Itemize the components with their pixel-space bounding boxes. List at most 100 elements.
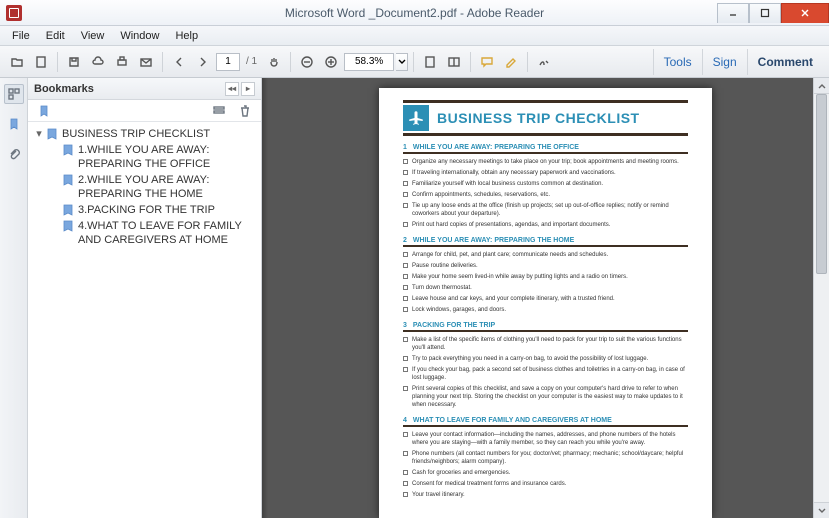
airplane-icon [403,105,429,131]
bookmarks-tree: ▾ BUSINESS TRIP CHECKLIST 1.WHILE YOU AR… [28,122,261,518]
vertical-scrollbar[interactable] [813,78,829,518]
hand-tool-button[interactable] [263,51,285,73]
highlight-button[interactable] [500,51,522,73]
scroll-up-button[interactable] [814,78,829,94]
zoom-input[interactable] [344,53,394,71]
checkbox-icon [403,367,408,372]
section-heading: 4WHAT TO LEAVE FOR FAMILY AND CAREGIVERS… [403,417,688,427]
bookmark-root[interactable]: ▾ BUSINESS TRIP CHECKLIST [30,126,259,142]
page: BUSINESS TRIP CHECKLIST 1WHILE YOU ARE A… [379,88,712,518]
doc-section: 4WHAT TO LEAVE FOR FAMILY AND CAREGIVERS… [403,417,688,499]
scroll-thumb[interactable] [816,94,827,274]
zoom-in-button[interactable] [320,51,342,73]
comment-pane-button[interactable]: Comment [747,49,823,75]
zoom-dropdown[interactable] [396,53,408,71]
menu-file[interactable]: File [4,28,38,44]
leaf-icon [50,145,60,155]
checklist-text: Cash for groceries and emergencies. [412,469,688,477]
bookmark-icon [62,220,74,232]
checklist-text: Leave your contact information—including… [412,431,688,447]
checklist-item: Arrange for child, pet, and plant care; … [403,251,688,259]
page-number-input[interactable] [216,53,240,71]
menu-edit[interactable]: Edit [38,28,73,44]
checkbox-icon [403,492,408,497]
create-pdf-button[interactable] [30,51,52,73]
bookmarks-toolbar [28,100,261,122]
bookmark-icon [46,128,58,140]
leaf-icon [50,221,60,231]
section-number: 3 [403,322,407,329]
scroll-down-button[interactable] [814,502,829,518]
window-controls [717,3,829,23]
bookmark-item[interactable]: 1.WHILE YOU ARE AWAY: PREPARING THE OFFI… [46,142,259,172]
nav-rail [0,78,28,518]
bookmarks-options-button[interactable] [209,101,229,121]
tools-pane-button[interactable]: Tools [653,49,702,75]
menu-window[interactable]: Window [112,28,167,44]
checklist-text: If traveling internationally, obtain any… [412,169,688,177]
bookmarks-rail-button[interactable] [4,114,24,134]
expand-icon[interactable]: ▾ [34,129,44,139]
bookmarks-header: Bookmarks ◂◂ ▸ [28,78,261,100]
checkbox-icon [403,222,408,227]
document-viewer[interactable]: BUSINESS TRIP CHECKLIST 1WHILE YOU ARE A… [262,78,829,518]
bookmarks-delete-button[interactable] [235,101,255,121]
checkbox-icon [403,181,408,186]
attachments-rail-button[interactable] [4,144,24,164]
section-title: PACKING FOR THE TRIP [413,322,495,329]
menu-bar: File Edit View Window Help [0,26,829,46]
checkbox-icon [403,451,408,456]
email-button[interactable] [135,51,157,73]
bookmark-item[interactable]: 4.WHAT TO LEAVE FOR FAMILY AND CAREGIVER… [46,218,259,248]
sign-pane-button[interactable]: Sign [702,49,747,75]
bookmarks-panel: Bookmarks ◂◂ ▸ ▾ BUSINESS TRIP CHECKLIST… [28,78,262,518]
bookmarks-close-button[interactable]: ▸ [241,82,255,96]
section-title: WHAT TO LEAVE FOR FAMILY AND CAREGIVERS … [413,417,612,424]
checkbox-icon [403,159,408,164]
bookmark-item[interactable]: 2.WHILE YOU ARE AWAY: PREPARING THE HOME [46,172,259,202]
checkbox-icon [403,203,408,208]
bookmarks-collapse-button[interactable]: ◂◂ [225,82,239,96]
menu-view[interactable]: View [73,28,113,44]
minimize-button[interactable] [717,3,749,23]
thumbnails-rail-button[interactable] [4,84,24,104]
checklist-text: Confirm appointments, schedules, reserva… [412,191,688,199]
cloud-button[interactable] [87,51,109,73]
sign-tool-button[interactable] [533,51,555,73]
checklist-item: Consent for medical treatment forms and … [403,480,688,488]
open-button[interactable] [6,51,28,73]
save-button[interactable] [63,51,85,73]
read-mode-button[interactable] [443,51,465,73]
bookmark-item[interactable]: 3.PACKING FOR THE TRIP [46,202,259,218]
checklist-item: Phone numbers (all contact numbers for y… [403,450,688,466]
doc-header: BUSINESS TRIP CHECKLIST [403,100,688,136]
next-page-button[interactable] [192,51,214,73]
close-button[interactable] [781,3,829,23]
checklist-text: Your travel itinerary. [412,491,688,499]
checkbox-icon [403,481,408,486]
section-title: WHILE YOU ARE AWAY: PREPARING THE OFFICE [413,144,579,151]
bookmark-icon [62,204,74,216]
print-button[interactable] [111,51,133,73]
checklist-item: Lock windows, garages, and doors. [403,306,688,314]
maximize-button[interactable] [749,3,781,23]
checklist-text: Organize any necessary meetings to take … [412,158,688,166]
checkbox-icon [403,296,408,301]
checklist-text: Consent for medical treatment forms and … [412,480,688,488]
checklist-item: If you check your bag, pack a second set… [403,366,688,382]
new-bookmark-button[interactable] [34,101,54,121]
zoom-out-button[interactable] [296,51,318,73]
app-icon [6,5,22,21]
checklist-text: Familiarize yourself with local business… [412,180,688,188]
checklist-item: Confirm appointments, schedules, reserva… [403,191,688,199]
menu-help[interactable]: Help [167,28,206,44]
comment-balloon-button[interactable] [476,51,498,73]
section-heading: 1WHILE YOU ARE AWAY: PREPARING THE OFFIC… [403,144,688,154]
fit-page-button[interactable] [419,51,441,73]
checklist-item: Tie up any loose ends at the office (fin… [403,202,688,218]
page-total-label: / 1 [246,56,257,67]
checkbox-icon [403,252,408,257]
checklist-item: Print several copies of this checklist, … [403,385,688,409]
prev-page-button[interactable] [168,51,190,73]
bookmark-label: 1.WHILE YOU ARE AWAY: PREPARING THE OFFI… [78,143,259,171]
